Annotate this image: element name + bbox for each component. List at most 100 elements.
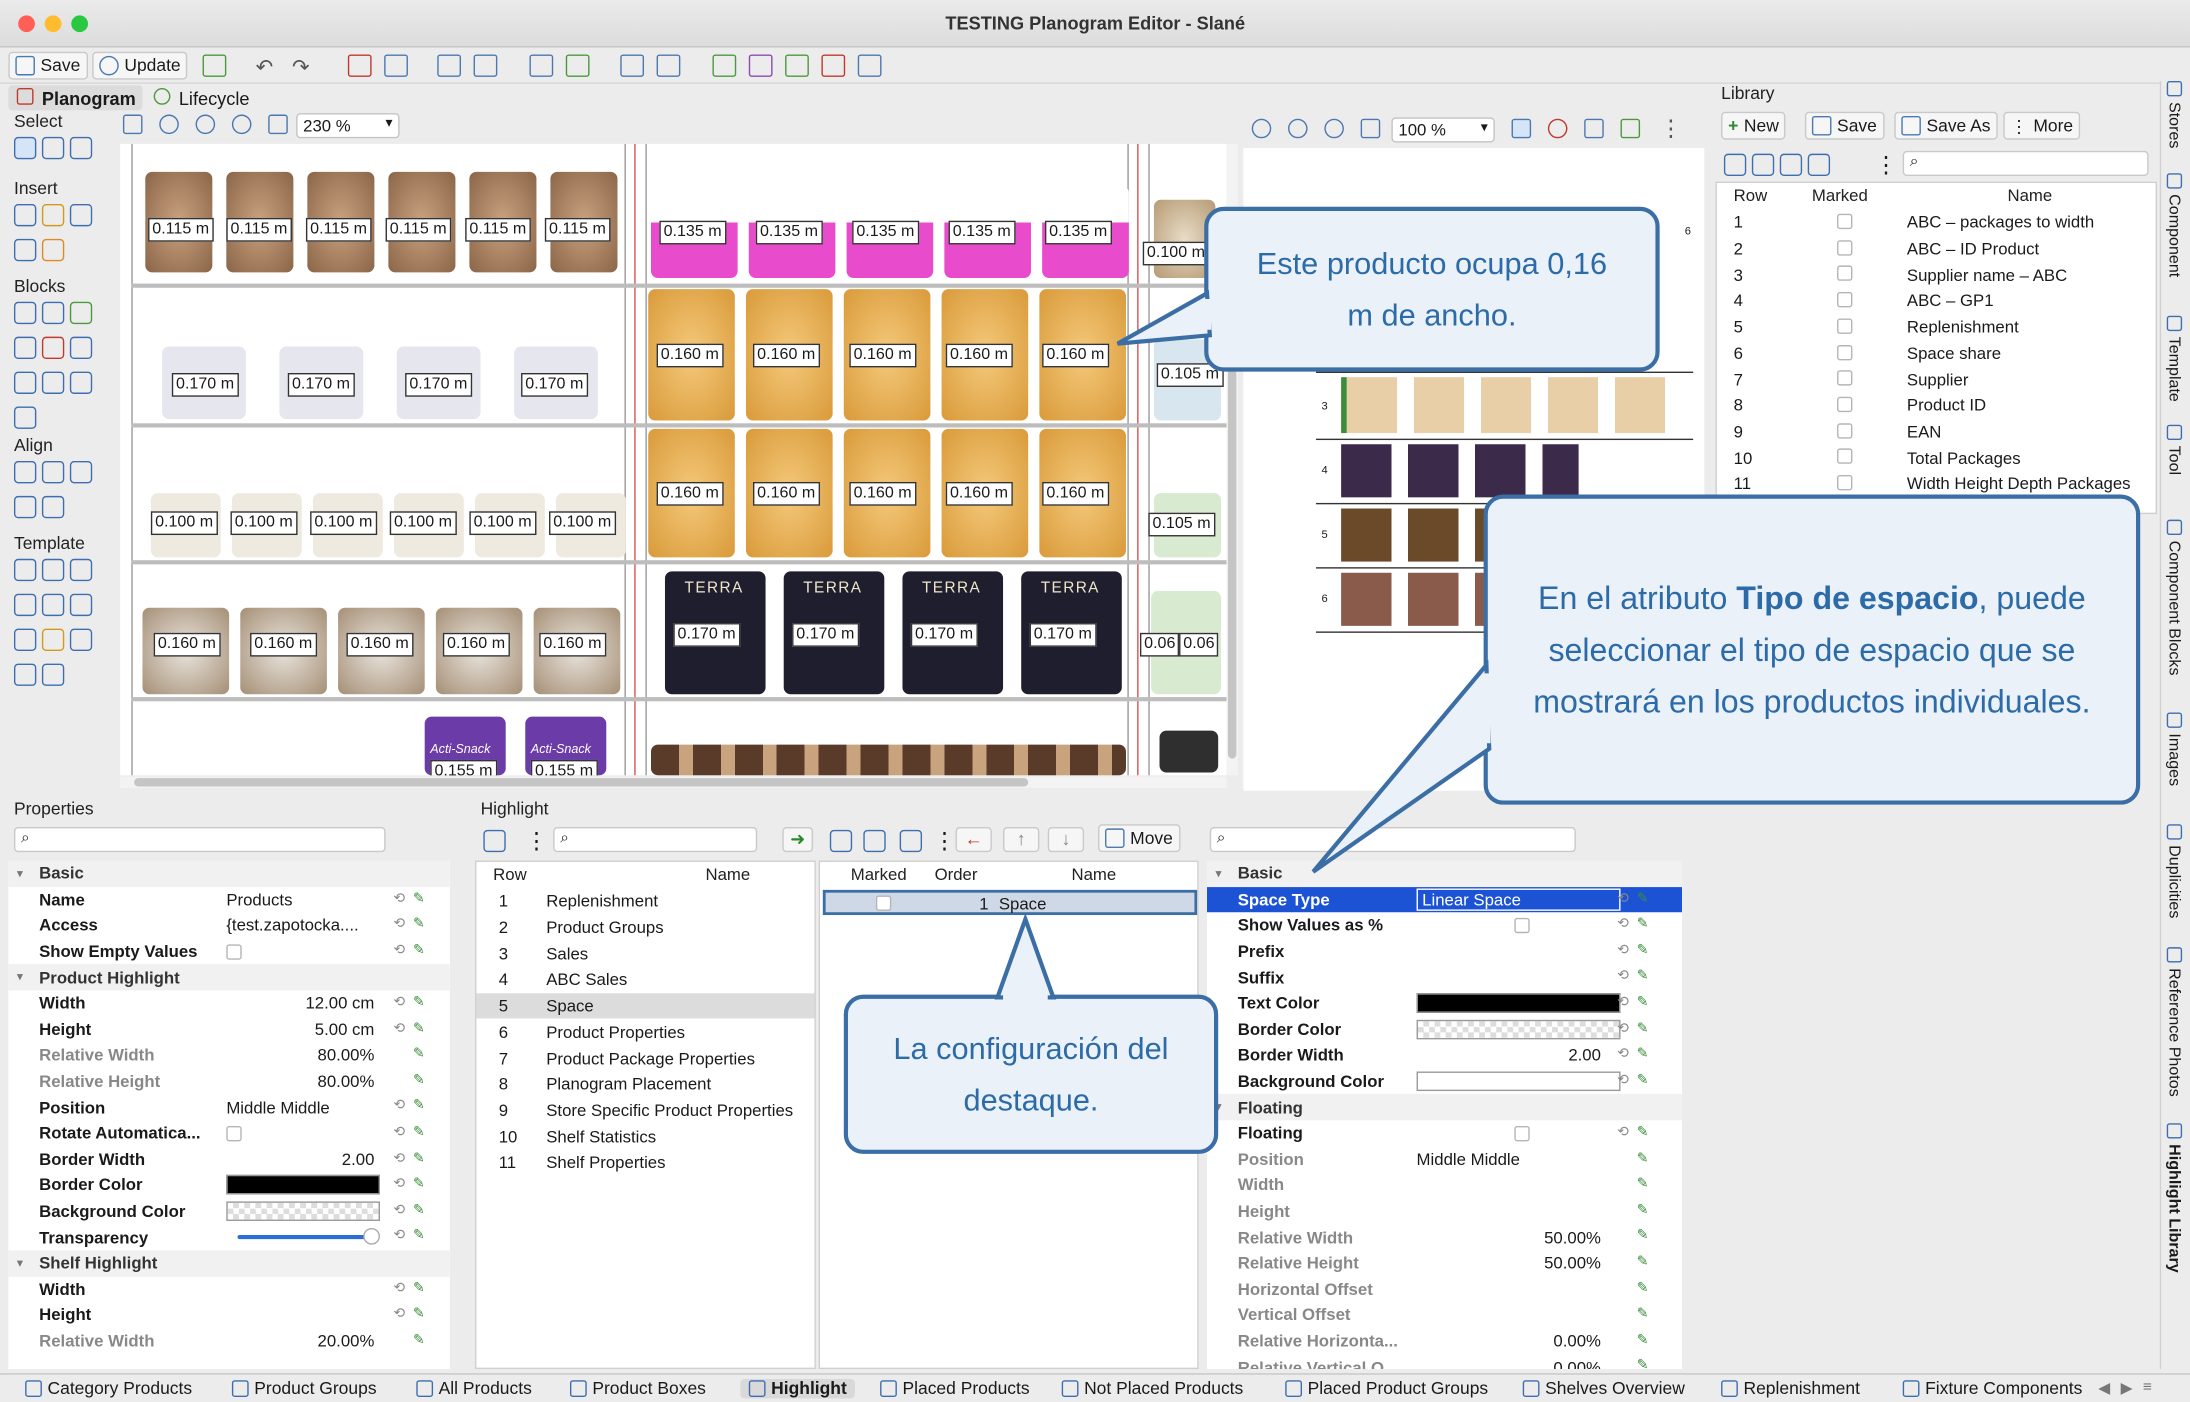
table-row[interactable]: 1 Replenishment (476, 888, 814, 914)
property-checkbox[interactable] (226, 944, 242, 960)
template-1-icon[interactable] (13, 558, 37, 582)
color-swatch[interactable] (226, 1201, 380, 1221)
table-row[interactable]: 5 Replenishment (1717, 314, 2156, 340)
print-icon[interactable] (1584, 118, 1604, 139)
align-justify-icon[interactable] (13, 495, 37, 519)
tools-icon[interactable] (656, 54, 681, 77)
side-tab-reference-photos[interactable]: Reference Photos (2165, 947, 2182, 1097)
property-row[interactable]: Relative Width 20.00% ✎ (8, 1328, 449, 1354)
split-view-icon[interactable] (565, 54, 590, 77)
grid-icon[interactable] (473, 54, 498, 77)
more-icon[interactable]: ⋮ (1875, 151, 1897, 179)
property-row[interactable]: Relative Width 80.00% ✎ (8, 1042, 449, 1068)
bottom-tab-shelves-overview[interactable]: Shelves Overview (1522, 1379, 1685, 1398)
bottom-tab-not-placed-products[interactable]: Not Placed Products (1061, 1379, 1243, 1398)
block-rotate-icon[interactable] (41, 336, 65, 360)
pin-icon[interactable]: ✎ (1637, 1332, 1649, 1347)
column-header-order[interactable]: Order (935, 865, 978, 885)
block-expand-icon[interactable] (69, 336, 93, 360)
redo-icon[interactable]: ↷ (292, 54, 316, 80)
property-row[interactable]: Width 12.00 cm ⟲ ✎ (8, 990, 449, 1016)
pin-icon[interactable]: ✎ (413, 1099, 425, 1114)
bottom-tab-category-products[interactable]: Category Products (25, 1379, 192, 1398)
pin-icon[interactable]: ✎ (1637, 995, 1649, 1010)
column-header-row[interactable]: Row (1734, 186, 1768, 206)
table-row[interactable]: 1 ABC – packages to width (1717, 210, 2156, 236)
lasso-tool-icon[interactable] (41, 136, 65, 160)
bottom-tab-fixture-components[interactable]: Fixture Components (1902, 1379, 2082, 1398)
property-row[interactable]: Text Color ⟲ ✎ (1207, 990, 1682, 1016)
view-mode-icon[interactable] (1511, 118, 1532, 139)
zoom-fit-icon[interactable] (231, 114, 252, 135)
pin-icon[interactable]: ✎ (413, 1177, 425, 1192)
pin-icon[interactable]: ✎ (1637, 1177, 1649, 1192)
bottom-tab-placed-product-groups[interactable]: Placed Product Groups (1285, 1379, 1488, 1398)
reset-icon[interactable]: ⟲ (1617, 969, 1629, 984)
tab-list-icon[interactable]: ≡ (2143, 1379, 2152, 1396)
table-row[interactable]: 7 Product Package Properties (476, 1045, 814, 1071)
mini-zoom-select[interactable]: 100 % ▾ (1391, 117, 1495, 143)
check-all-icon[interactable] (1723, 153, 1747, 177)
check-all-icon[interactable] (829, 829, 853, 853)
insert-box-icon[interactable] (69, 203, 93, 227)
property-row[interactable]: Border Color ⟲ ✎ (8, 1172, 449, 1198)
pin-icon[interactable]: ✎ (413, 1306, 425, 1321)
table-row[interactable]: 6 Space share (1717, 340, 2156, 366)
tab-planogram[interactable]: Planogram (8, 85, 143, 111)
property-row[interactable]: Rotate Automatica... ⟲ ✎ (8, 1120, 449, 1146)
block-bracket-icon[interactable] (41, 301, 65, 325)
pin-icon[interactable]: ✎ (1637, 943, 1649, 958)
pin-icon[interactable]: ✎ (1637, 969, 1649, 984)
reset-icon[interactable]: ⟲ (393, 1229, 405, 1244)
reset-icon[interactable]: ⟲ (393, 1021, 405, 1036)
align-columns-icon[interactable] (41, 495, 65, 519)
table-row[interactable]: 2 Product Groups (476, 915, 814, 941)
property-row[interactable]: Horizontal Offset ✎ (1207, 1276, 1682, 1302)
shelves-icon[interactable] (620, 54, 645, 77)
property-row[interactable]: Border Color ⟲ ✎ (1207, 1016, 1682, 1042)
table-row[interactable]: 11 Shelf Properties (476, 1150, 814, 1176)
marker-icon[interactable] (712, 54, 737, 77)
marked-checkbox[interactable] (1837, 396, 1853, 412)
template-7-icon[interactable] (13, 628, 37, 652)
select-tool-icon[interactable] (13, 136, 37, 160)
property-row[interactable]: Position Middle Middle ⟲ ✎ (8, 1094, 449, 1120)
side-tab-highlight-library[interactable]: Highlight Library (2165, 1123, 2182, 1273)
product-tile[interactable] (1159, 730, 1219, 773)
property-group-header[interactable]: ▾ Basic (8, 860, 450, 887)
slider-handle[interactable] (363, 1228, 380, 1246)
block-cube-icon[interactable] (69, 301, 93, 325)
pin-icon[interactable]: ✎ (413, 891, 425, 906)
table-row[interactable]: 4 ABC – GP1 (1717, 288, 2156, 314)
reset-icon[interactable]: ⟲ (393, 1125, 405, 1140)
bottom-tab-replenishment[interactable]: Replenishment (1721, 1379, 1860, 1398)
color-swatch[interactable] (226, 1175, 380, 1195)
scrollbar-thumb[interactable] (134, 778, 1029, 787)
bottom-tab-all-products[interactable]: All Products (416, 1379, 532, 1398)
pin-icon[interactable]: ✎ (1637, 1021, 1649, 1036)
reset-icon[interactable]: ⟲ (1617, 1073, 1629, 1088)
pin-icon[interactable]: ✎ (413, 1280, 425, 1295)
bottom-tab-product-groups[interactable]: Product Groups (231, 1379, 377, 1398)
reset-icon[interactable]: ⟲ (1617, 995, 1629, 1010)
library-new-button[interactable]: + New (1721, 111, 1786, 140)
template-4-icon[interactable] (13, 593, 37, 617)
highlight-item-row[interactable]: 1 Space (822, 889, 1198, 916)
mini-product-row[interactable] (1341, 377, 1677, 434)
property-checkbox[interactable] (226, 1125, 242, 1142)
pin-icon[interactable]: ✎ (413, 995, 425, 1010)
property-group-header[interactable]: ▾ Shelf Highlight (8, 1250, 450, 1277)
insert-move-icon[interactable] (13, 238, 37, 262)
property-row[interactable]: Width ✎ (1207, 1172, 1682, 1198)
table-row[interactable]: 8 Product ID (1717, 392, 2156, 418)
reset-icon[interactable]: ⟲ (393, 917, 405, 932)
undo-icon[interactable]: ↶ (256, 54, 280, 80)
paste-icon[interactable] (1779, 153, 1803, 177)
property-row[interactable]: Prefix ⟲ ✎ (1207, 939, 1682, 965)
area-select-icon[interactable] (69, 136, 93, 160)
table-row[interactable]: 3 Sales (476, 941, 814, 967)
align-right-icon[interactable] (69, 461, 93, 484)
pin-icon[interactable]: ✎ (1637, 1280, 1649, 1295)
marker-icon[interactable] (1620, 118, 1641, 139)
copy-icon[interactable] (863, 829, 886, 853)
